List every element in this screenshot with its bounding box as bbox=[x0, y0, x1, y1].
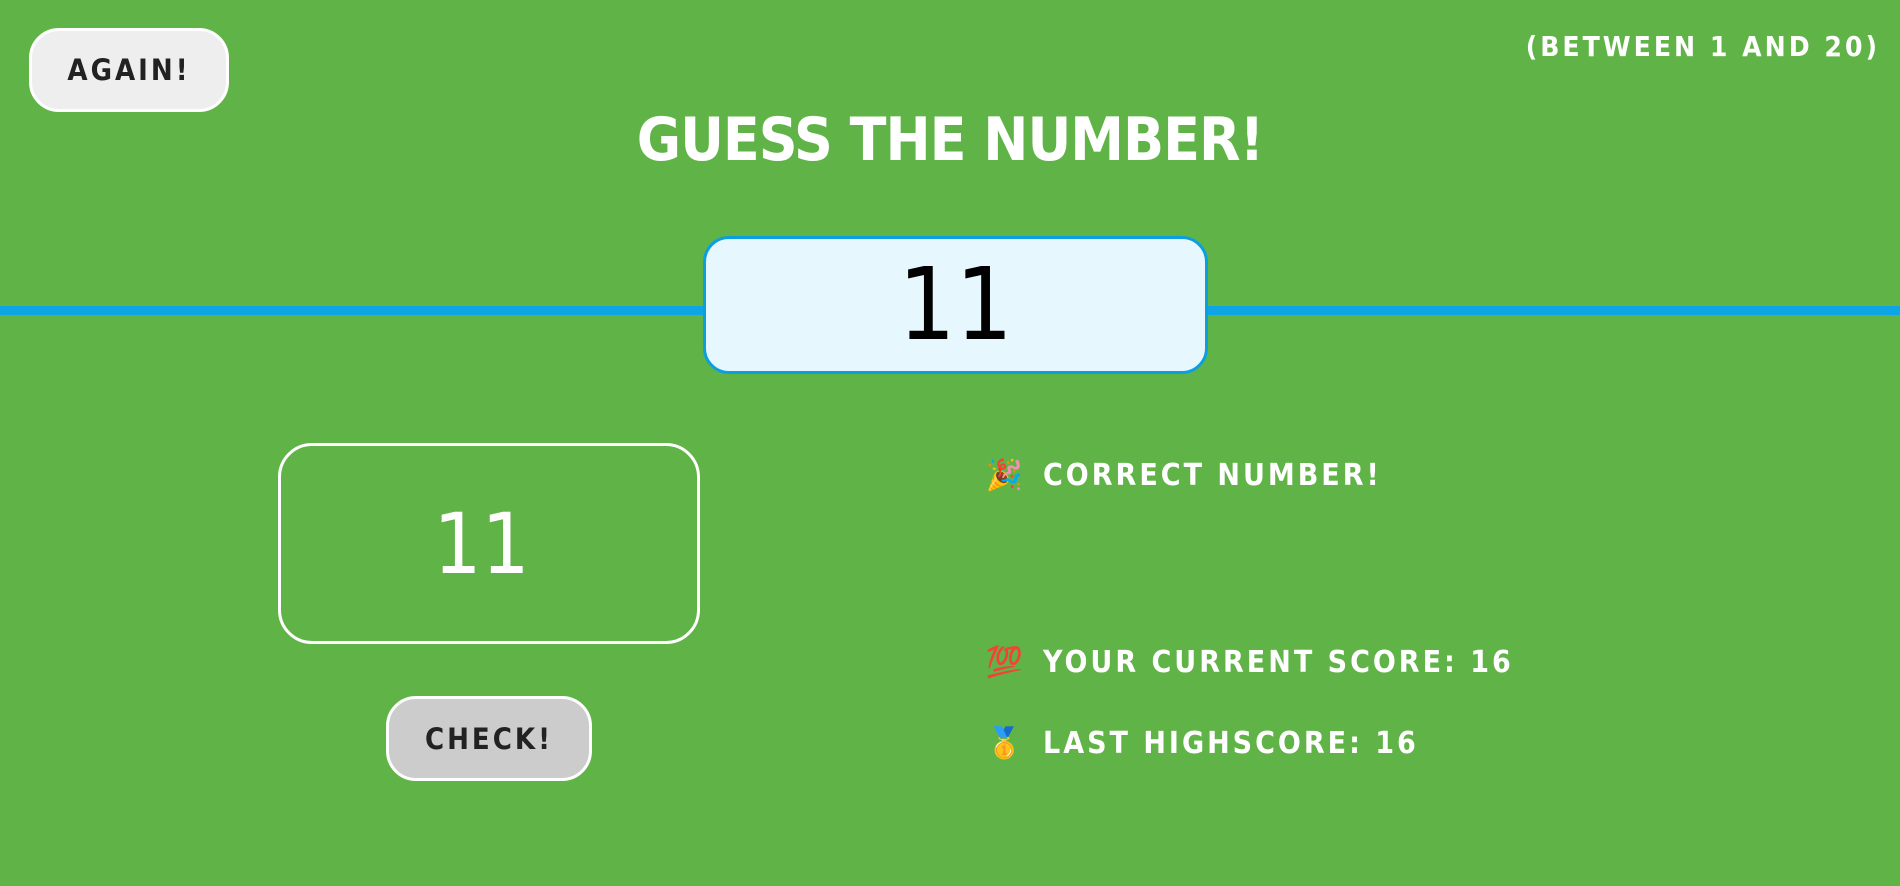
secret-number-box: 11 bbox=[703, 236, 1208, 374]
score-text: YOUR CURRENT SCORE: 16 bbox=[1043, 645, 1514, 680]
page-title: GUESS THE NUMBER! bbox=[636, 105, 1264, 175]
medal-icon: 🥇 bbox=[985, 725, 1027, 761]
message-line: 🎉 CORRECT NUMBER! bbox=[985, 458, 1382, 493]
party-popper-icon: 🎉 bbox=[985, 457, 1027, 493]
score-line: 💯 YOUR CURRENT SCORE: 16 bbox=[985, 645, 1514, 680]
again-button[interactable]: AGAIN! bbox=[29, 28, 229, 112]
highscore-text: LAST HIGHSCORE: 16 bbox=[1043, 726, 1419, 761]
range-hint: (BETWEEN 1 AND 20) bbox=[1525, 30, 1880, 63]
hundred-points-icon: 💯 bbox=[985, 644, 1027, 680]
guess-input[interactable] bbox=[278, 443, 700, 644]
check-button[interactable]: CHECK! bbox=[386, 696, 592, 781]
highscore-line: 🥇 LAST HIGHSCORE: 16 bbox=[985, 726, 1419, 761]
message-text: CORRECT NUMBER! bbox=[1043, 458, 1382, 493]
